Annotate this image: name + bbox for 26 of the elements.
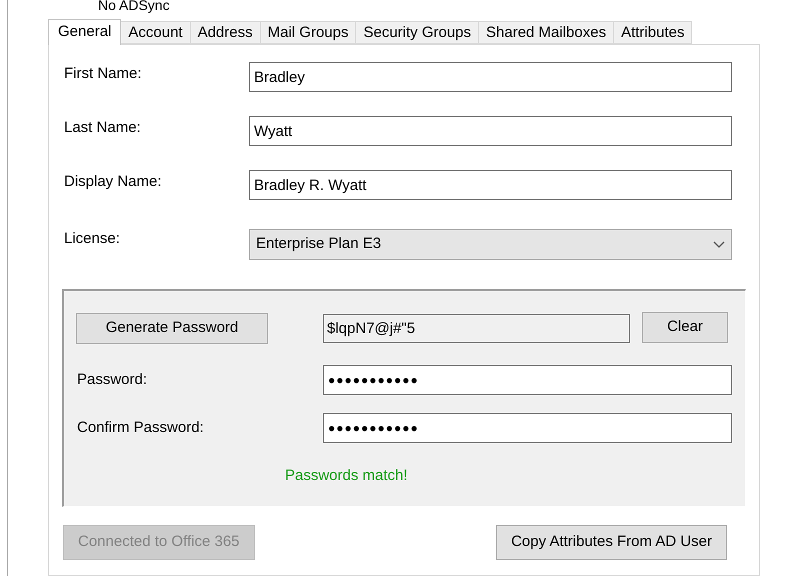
action-button[interactable]: Copy Attributes From AD User [496,525,727,560]
field-label: Last Name: [63,118,142,138]
tab[interactable]: Account [121,21,191,44]
field-label: First Name: [63,64,143,84]
tab[interactable]: Security Groups [356,21,480,44]
field-label: Password: [76,370,148,390]
tab[interactable]: Mail Groups [260,21,356,44]
section-title: No ADSync [97,0,171,15]
license-dropdown[interactable]: Enterprise Plan E3 [249,229,732,260]
generated-password-field[interactable]: $lqpN7@j#"5 [323,314,630,343]
status-message: Passwords match! [285,466,409,486]
text-field[interactable]: Wyatt [249,116,732,146]
tab[interactable]: General [48,19,122,45]
field-label: License: [63,228,121,249]
text-field[interactable]: Bradley R. Wyatt [249,170,732,200]
field-label: Display Name: [63,172,163,192]
password-field[interactable]: ●●●●●●●●●●● [323,365,732,395]
password-field[interactable]: ●●●●●●●●●●● [323,413,732,443]
text-field[interactable]: Bradley [249,62,732,92]
clear-button[interactable]: Clear [642,312,728,342]
field-label: Confirm Password: [76,418,205,438]
tab[interactable]: Address [190,21,261,44]
chevron-down-icon [713,240,725,248]
generate-password-button[interactable]: Generate Password [76,313,268,344]
tab[interactable]: Shared Mailboxes [479,21,614,44]
tab[interactable]: Attributes [614,21,692,44]
